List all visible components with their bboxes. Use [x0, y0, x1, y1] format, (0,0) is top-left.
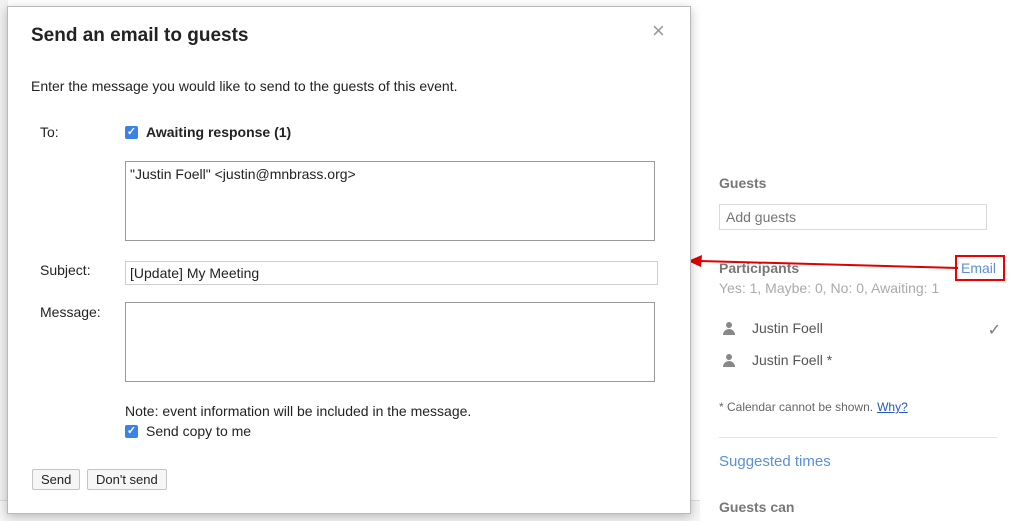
message-field[interactable]: [125, 302, 655, 382]
participants-heading: Participants: [719, 260, 800, 276]
suggested-times-link[interactable]: Suggested times: [719, 453, 831, 470]
awaiting-response-checkbox[interactable]: ✓: [125, 126, 138, 139]
to-label: To:: [40, 124, 59, 140]
why-link[interactable]: Why?: [877, 400, 908, 414]
checkmark-icon: ✓: [987, 322, 1001, 339]
subject-input[interactable]: [125, 261, 658, 285]
calendar-note: * Calendar cannot be shown. Why?: [719, 400, 908, 414]
person-icon: [723, 322, 735, 336]
participant-row[interactable]: Justin Foell *: [719, 352, 1001, 372]
send-copy-label[interactable]: Send copy to me: [146, 423, 251, 439]
divider: [719, 437, 997, 438]
message-label: Message:: [40, 304, 101, 320]
close-icon[interactable]: ×: [652, 20, 665, 42]
recipients-field[interactable]: [125, 161, 655, 241]
person-icon: [723, 354, 735, 368]
add-guests-input[interactable]: [719, 204, 987, 230]
dont-send-button[interactable]: Don't send: [87, 469, 167, 490]
guests-can-heading: Guests can: [719, 499, 795, 515]
send-copy-checkbox[interactable]: ✓: [125, 425, 138, 438]
participant-name: Justin Foell *: [752, 352, 833, 368]
dialog-intro: Enter the message you would like to send…: [31, 78, 458, 94]
subject-label: Subject:: [40, 262, 91, 278]
participant-name: Justin Foell: [752, 320, 823, 336]
annotation-highlight-box: [955, 255, 1005, 281]
calendar-note-text: * Calendar cannot be shown.: [719, 400, 874, 414]
awaiting-response-label[interactable]: Awaiting response (1): [146, 124, 291, 140]
participant-row[interactable]: Justin Foell ✓: [719, 320, 1001, 340]
guests-heading: Guests: [719, 175, 767, 191]
send-button[interactable]: Send: [32, 469, 81, 490]
event-info-note: Note: event information will be included…: [125, 403, 472, 419]
guests-panel: Guests Participants Email Yes: 1, Maybe:…: [719, 0, 1009, 520]
response-counts: Yes: 1, Maybe: 0, No: 0, Awaiting: 1: [719, 280, 940, 296]
send-email-dialog: Send an email to guests × Enter the mess…: [7, 6, 691, 514]
dialog-title: Send an email to guests: [31, 25, 249, 46]
